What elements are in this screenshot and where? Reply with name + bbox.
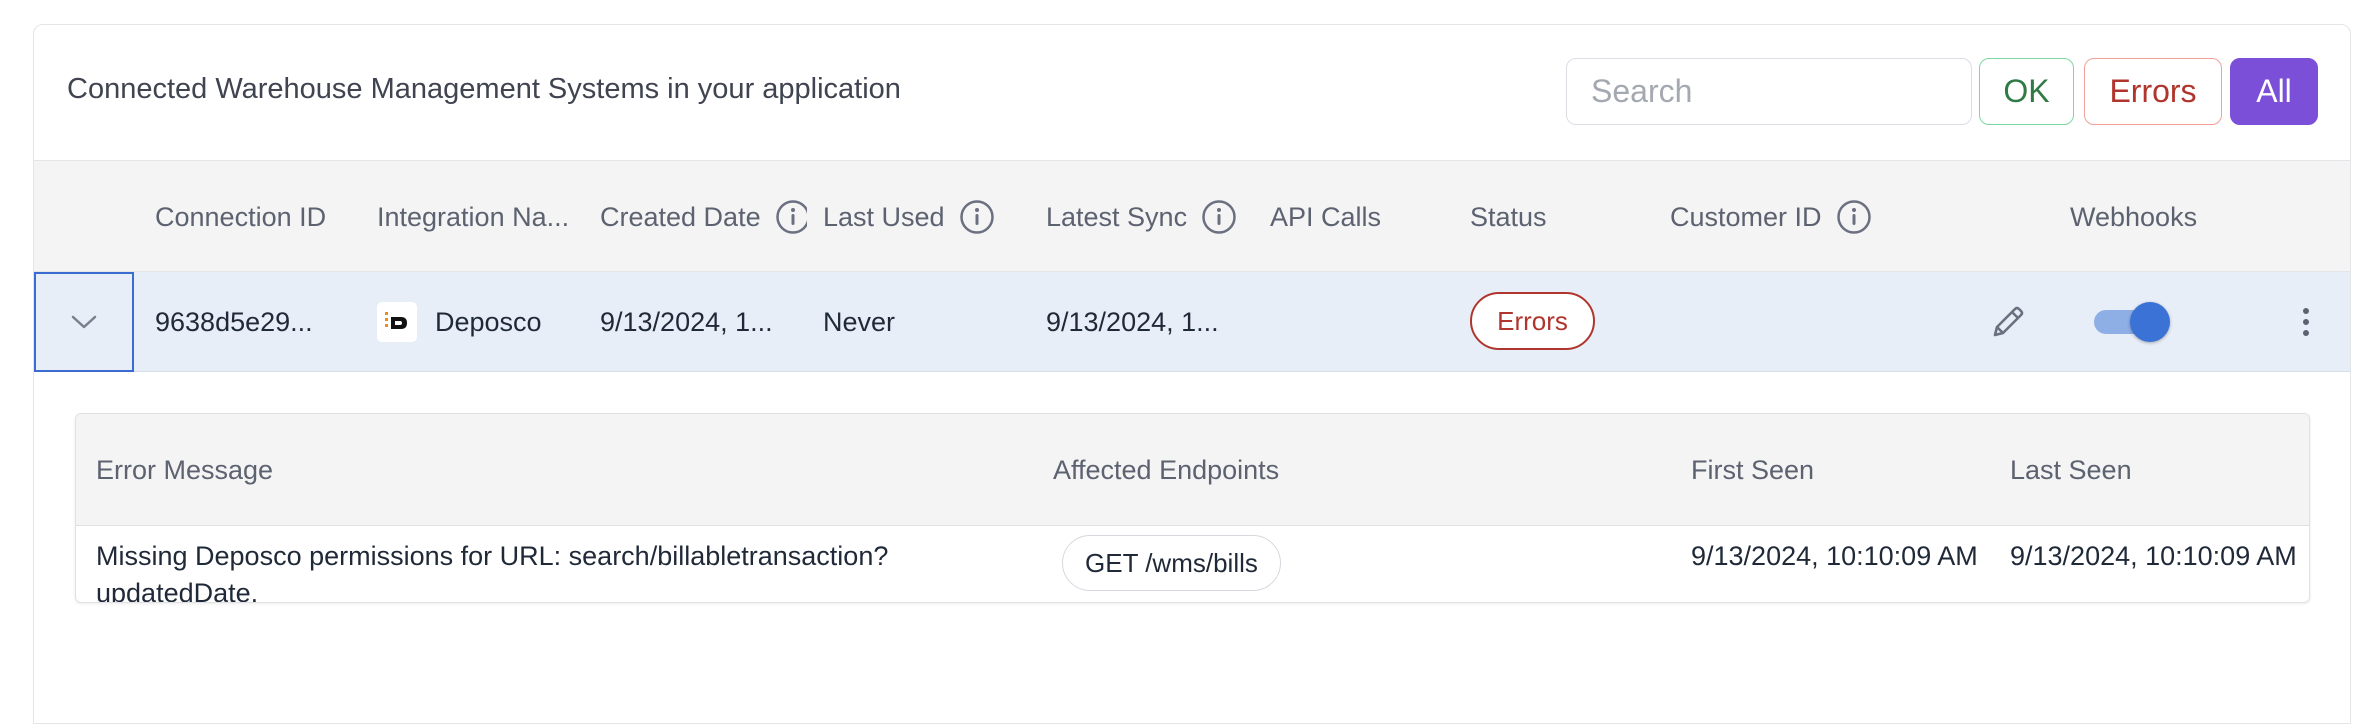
webhooks-toggle[interactable] [2094, 302, 2170, 342]
search-input[interactable] [1566, 58, 1972, 125]
table-row[interactable]: 9638d5e29... Deposco 9/13/2024, 1... Nev… [34, 272, 2350, 372]
column-header-affected-endpoints: Affected Endpoints [1053, 454, 1280, 485]
expand-row-button[interactable] [34, 272, 134, 372]
toggle-knob [2130, 302, 2170, 342]
column-header-created-date[interactable]: Created Date [600, 161, 807, 273]
cell-last-used: Never [823, 306, 896, 337]
info-circle-icon[interactable] [1836, 199, 1872, 235]
table-header: Connection ID Integration Na... Created … [34, 160, 2350, 272]
column-header-connection-id[interactable]: Connection ID [155, 161, 365, 273]
chevron-down-icon [71, 315, 97, 329]
cell-connection-id: 9638d5e29... [155, 306, 313, 337]
cell-customer-id [1670, 272, 1950, 372]
column-header-latest-sync[interactable]: Latest Sync [1046, 161, 1256, 273]
cell-latest-sync: 9/13/2024, 1... [1046, 306, 1219, 337]
column-header-api-calls[interactable]: API Calls [1270, 161, 1440, 273]
endpoint-pill[interactable]: GET /wms/bills [1062, 535, 1281, 591]
first-seen: 9/13/2024, 10:10:09 AM [1691, 541, 1978, 571]
errors-table-header: Error Message Affected Endpoints First S… [76, 414, 2309, 526]
page-title: Connected Warehouse Management Systems i… [67, 73, 901, 105]
filter-errors-button[interactable]: Errors [2084, 58, 2222, 125]
column-label: Integration Na... [377, 201, 570, 232]
info-circle-icon[interactable] [1201, 199, 1237, 235]
column-header-webhooks[interactable]: Webhooks [2070, 161, 2220, 273]
pencil-icon[interactable] [1988, 302, 2028, 342]
kebab-menu-icon[interactable] [2296, 302, 2316, 342]
column-label: Webhooks [2070, 201, 2198, 232]
column-label: Created Date [600, 201, 761, 232]
column-label: Connection ID [155, 201, 327, 232]
column-header-integration-name[interactable]: Integration Na... [377, 161, 589, 273]
column-label: Last Used [823, 201, 945, 232]
column-header-error-message: Error Message [96, 454, 274, 485]
column-label: API Calls [1270, 201, 1382, 232]
integration-name: Deposco [435, 306, 542, 337]
error-message: Missing Deposco permissions for URL: sea… [96, 541, 889, 603]
column-header-last-used[interactable]: Last Used [823, 161, 1023, 273]
errors-subtable: Error Message Affected Endpoints First S… [75, 413, 2310, 603]
info-circle-icon[interactable] [775, 199, 807, 235]
column-label: Latest Sync [1046, 201, 1188, 232]
card-header: Connected Warehouse Management Systems i… [34, 25, 2350, 160]
deposco-logo-icon [377, 302, 417, 342]
cell-api-calls [1270, 272, 1440, 372]
column-header-status[interactable]: Status [1470, 161, 1620, 273]
filter-all-button[interactable]: All [2230, 58, 2318, 125]
status-badge[interactable]: Errors [1470, 292, 1595, 350]
column-header-last-seen: Last Seen [2010, 454, 2132, 485]
cell-created-date: 9/13/2024, 1... [600, 306, 773, 337]
column-header-customer-id[interactable]: Customer ID [1670, 161, 1900, 273]
column-header-first-seen: First Seen [1691, 454, 1815, 485]
column-label: Customer ID [1670, 201, 1822, 232]
cell-integration-name: Deposco [377, 272, 589, 372]
connections-card: Connected Warehouse Management Systems i… [33, 24, 2351, 724]
column-label: Status [1470, 201, 1547, 232]
last-seen: 9/13/2024, 10:10:09 AM [2010, 541, 2297, 571]
info-circle-icon[interactable] [959, 199, 995, 235]
filter-ok-button[interactable]: OK [1979, 58, 2074, 125]
